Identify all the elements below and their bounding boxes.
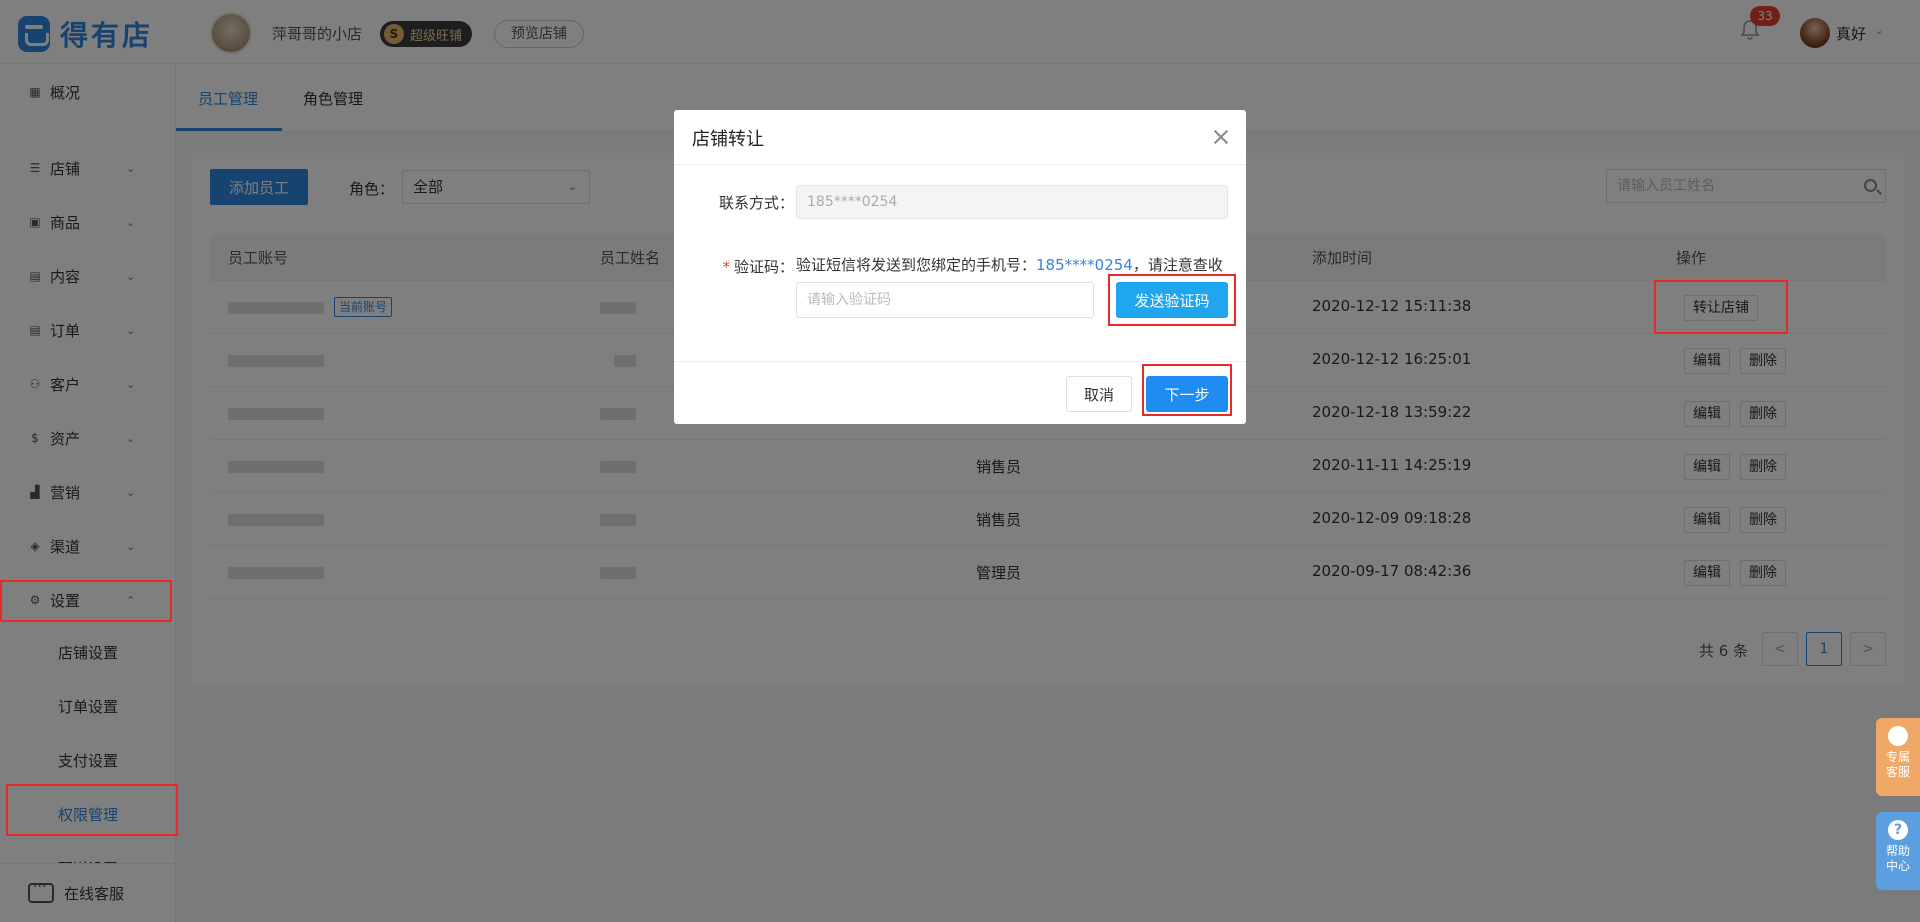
- verification-code-placeholder: 请输入验证码: [807, 292, 891, 308]
- dialog-header: 店铺转让: [674, 110, 1246, 165]
- help-label-2: 中心: [1885, 859, 1910, 873]
- required-mark: *: [722, 258, 730, 276]
- sms-hint-phone: 185****0254: [1036, 256, 1133, 274]
- help-center-widget[interactable]: ? 帮助 中心: [1876, 812, 1920, 890]
- help-icon: ?: [1888, 820, 1908, 840]
- support-label-2: 客服: [1885, 765, 1910, 779]
- verification-code-input[interactable]: 请输入验证码: [796, 282, 1094, 318]
- annotation-box-send-code: [1108, 274, 1236, 326]
- dialog-footer-divider: [674, 361, 1246, 362]
- dialog-title: 店铺转让: [692, 129, 764, 150]
- sms-hint: 验证短信将发送到您绑定的手机号：185****0254，请注意查收: [796, 254, 1223, 275]
- annotation-box-transfer: [1654, 280, 1788, 334]
- contact-field: 185****0254: [796, 185, 1228, 219]
- annotation-box-permission: [6, 784, 178, 836]
- help-label-1: 帮助: [1885, 844, 1910, 858]
- sms-hint-suffix: ，请注意查收: [1132, 256, 1223, 274]
- code-label: 验证码：: [733, 258, 794, 276]
- cancel-button[interactable]: 取消: [1066, 376, 1132, 412]
- dedicated-support-widget[interactable]: 专属 客服: [1876, 718, 1920, 796]
- code-label-wrapper: * 验证码：: [704, 256, 794, 277]
- support-headset-icon: [1888, 726, 1908, 746]
- support-label-1: 专属: [1885, 750, 1910, 764]
- contact-label: 联系方式：: [718, 194, 794, 212]
- contact-value: 185****0254: [807, 194, 898, 210]
- sms-hint-prefix: 验证短信将发送到您绑定的手机号：: [796, 256, 1037, 274]
- annotation-box-settings: [0, 580, 172, 622]
- annotation-box-next: [1142, 364, 1232, 416]
- transfer-shop-dialog: 店铺转让 联系方式： 185****0254 * 验证码： 验证短信将发送到您绑定…: [674, 110, 1246, 424]
- close-icon[interactable]: [1210, 126, 1232, 148]
